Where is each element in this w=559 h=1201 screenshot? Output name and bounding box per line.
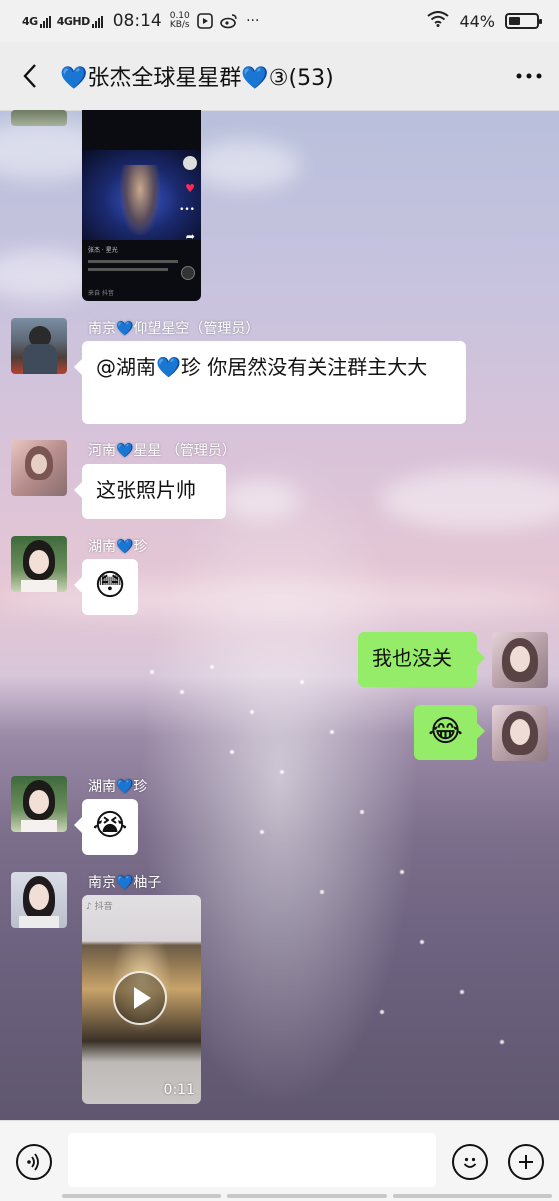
battery-icon: [505, 13, 542, 29]
play-button[interactable]: [113, 971, 167, 1025]
clock: 08:14: [112, 11, 162, 31]
emoji-button[interactable]: [452, 1144, 488, 1180]
group-title[interactable]: 💙张杰全球星星群💙③(53): [60, 60, 499, 92]
back-button[interactable]: [0, 42, 60, 110]
sender-name: 南京💙柚子: [88, 875, 162, 891]
chat-header: 💙张杰全球星星群💙③(53): [0, 42, 559, 111]
weibo-icon: [219, 12, 238, 30]
play-icon: [134, 987, 151, 1009]
wifi-icon: [427, 11, 450, 31]
cellular-signal-1: 4G: [22, 15, 51, 28]
video-message[interactable]: ♪ 抖音 0:11: [82, 895, 201, 1104]
cellular-signal-2: 4GHD: [57, 15, 103, 28]
sender-name: 河南💙星星 （管理员）: [88, 443, 236, 459]
thumb-caption: 张杰 · 星光: [88, 247, 118, 254]
video-duration: 0:11: [163, 1082, 195, 1098]
video-thumbnail[interactable]: ♥ ••• ➦ 张杰 · 星光 来自 抖音: [82, 110, 201, 301]
message-input[interactable]: [68, 1133, 436, 1187]
voice-button[interactable]: [16, 1144, 52, 1180]
voice-icon: [27, 1153, 39, 1171]
video-app-icon: [196, 12, 214, 30]
thumb-source: 来自 抖音: [88, 290, 114, 297]
message-bubble[interactable]: @湖南💙珍 你居然没有关注群主大大: [74, 341, 466, 424]
battery-percent: 44%: [459, 11, 495, 31]
network-speed: 0.10 KB/s: [169, 11, 190, 30]
avatar[interactable]: [11, 776, 67, 832]
plus-icon: [519, 1155, 533, 1169]
avatar[interactable]: [11, 318, 67, 374]
nav-gesture-bar: [62, 1194, 552, 1198]
more-dots-icon: [516, 73, 542, 79]
plus-button[interactable]: [508, 1144, 544, 1180]
sender-name: 南京💙仰望星空（管理员）: [88, 321, 260, 337]
message-bubble[interactable]: 这张照片帅: [74, 464, 226, 519]
avatar[interactable]: [11, 110, 67, 126]
own-message-bubble[interactable]: 我也没关: [358, 632, 485, 687]
more-button[interactable]: [499, 42, 559, 110]
avatar[interactable]: [11, 872, 67, 928]
sender-name: 湖南💙珍: [88, 539, 148, 555]
own-avatar[interactable]: [492, 705, 548, 761]
message-bubble[interactable]: 😭: [74, 799, 138, 855]
chevron-left-icon: [23, 64, 36, 88]
sender-name: 湖南💙珍: [88, 779, 148, 795]
own-avatar[interactable]: [492, 632, 548, 688]
avatar[interactable]: [11, 440, 67, 496]
emoji-icon: [463, 1157, 477, 1168]
own-message-bubble[interactable]: 😂: [414, 705, 485, 760]
message-bubble[interactable]: 😳: [74, 559, 138, 615]
input-bar: [0, 1120, 559, 1201]
avatar[interactable]: [11, 536, 67, 592]
more-notifications-icon: ···: [246, 13, 260, 29]
status-bar: 4G 4GHD 08:14 0.10 KB/s ··· 44%: [0, 0, 559, 42]
